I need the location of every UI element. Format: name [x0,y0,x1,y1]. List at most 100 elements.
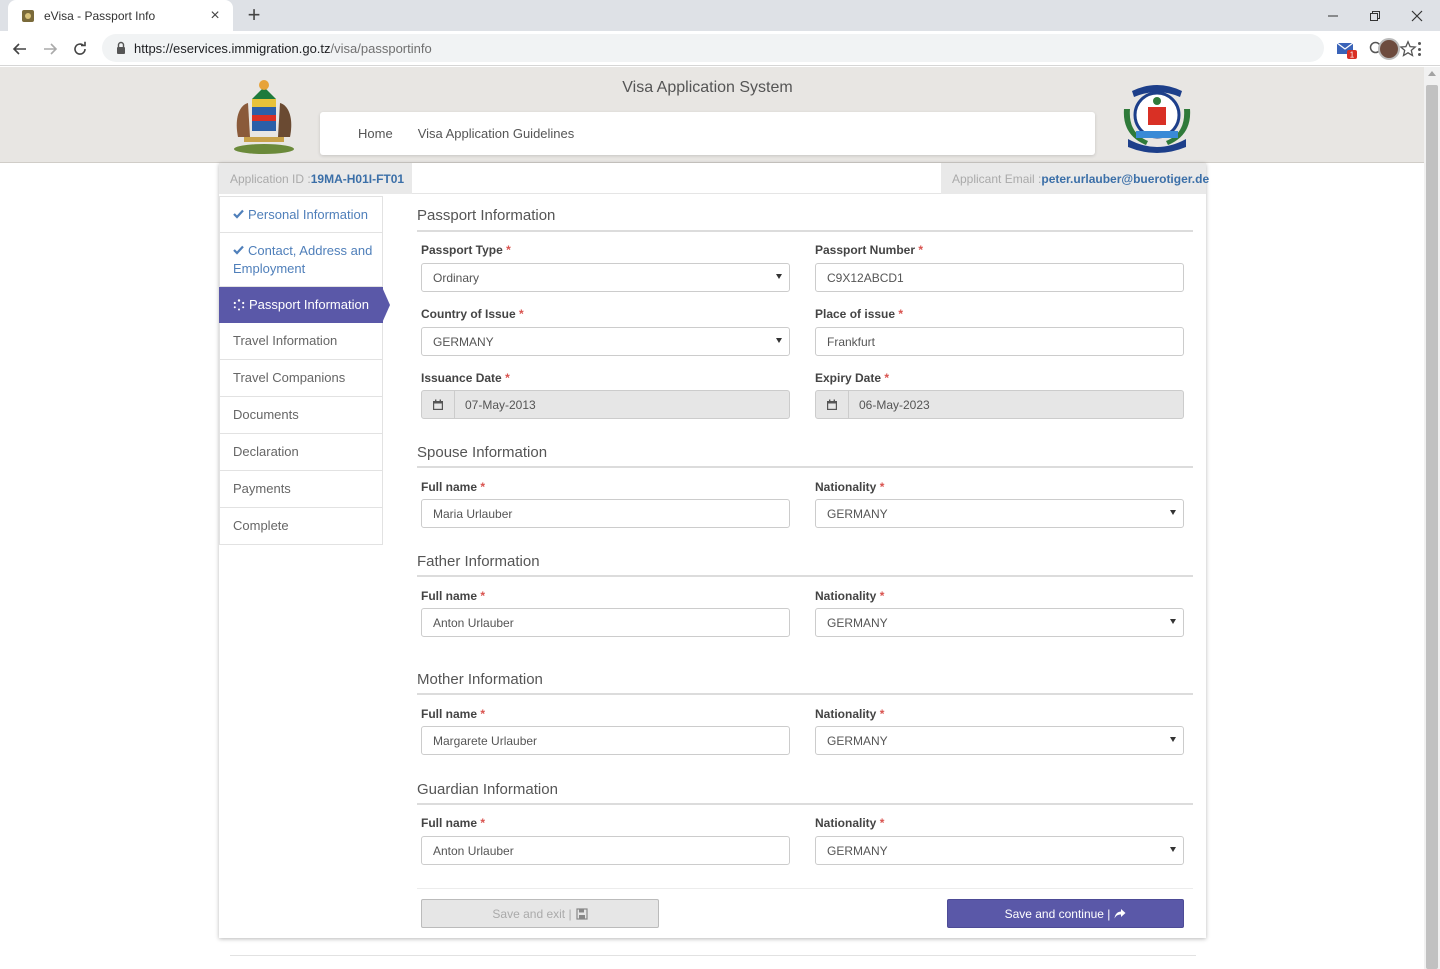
application-id-label: Application ID : [230,171,311,186]
calendar-icon[interactable] [422,391,455,418]
caret-down-icon [1170,510,1176,515]
guardian-nationality-select[interactable]: GERMANY [815,836,1184,865]
mother-name-label: Full name * [421,707,486,721]
floppy-disk-icon [575,907,588,920]
close-window-icon[interactable] [1396,0,1438,31]
address-bar[interactable]: https://eservices.immigration.go.tz/visa… [102,34,1417,62]
main-nav: Home Visa Application Guidelines [320,112,1095,155]
guardian-name-input[interactable]: Anton Urlauber [421,836,790,865]
immigration-emblem-logo [1123,85,1191,153]
tab-close-icon[interactable]: × [207,7,223,24]
expiry-date-input[interactable]: 06-May-2023 [815,390,1184,419]
page-header: Visa Application System Home Visa Applic… [0,67,1424,163]
sidebar-item-label: Travel Companions [233,370,346,385]
passport-number-value: C9X12ABCD1 [827,270,904,285]
father-name-input[interactable]: Anton Urlauber [421,608,790,637]
check-icon [233,242,244,260]
caret-down-icon [776,274,782,279]
sidebar-item-travel-companions[interactable]: Travel Companions [219,360,383,397]
browser-menu-icon[interactable] [1412,40,1426,58]
father-name-label: Full name * [421,589,486,603]
mother-name-input[interactable]: Margarete Urlauber [421,726,790,755]
extension-badge: 1 [1350,51,1355,60]
nav-home-link[interactable]: Home [358,126,393,141]
sidebar-item-label: Travel Information [233,333,338,348]
country-of-issue-select[interactable]: GERMANY [421,327,790,356]
sidebar-item-label: Contact, Address and Employment [233,243,373,276]
spouse-nationality-select[interactable]: GERMANY [815,499,1184,528]
section-title-mother: Mother Information [417,671,543,688]
sidebar-item-contact-address-employment[interactable]: Contact, Address and Employment [219,233,383,287]
spouse-nationality-label: Nationality * [815,480,885,494]
father-name-value: Anton Urlauber [433,615,514,630]
father-nationality-value: GERMANY [827,615,888,630]
country-of-issue-label: Country of Issue * [421,307,524,321]
save-and-continue-button[interactable]: Save and continue | [947,899,1184,928]
sidebar-item-complete[interactable]: Complete [219,508,383,545]
browser-tab[interactable]: eVisa - Passport Info × [8,0,233,31]
page-scrollbar[interactable] [1424,67,1440,969]
sidebar-item-label-wrap: Contact, Address and Employment [233,242,373,278]
save-and-continue-label: Save and continue | [1004,906,1111,921]
sidebar-item-label: Declaration [233,444,299,459]
spouse-name-value: Maria Urlauber [433,506,513,521]
passport-number-label: Passport Number * [815,243,924,257]
share-arrow-icon [1114,908,1126,918]
mother-nationality-select[interactable]: GERMANY [815,726,1184,755]
nav-guidelines-link[interactable]: Visa Application Guidelines [418,126,575,141]
issuance-date-value: 07-May-2013 [465,397,536,412]
application-card: Application ID : 19MA-H01I-FT01 Applican… [219,163,1209,938]
save-and-exit-label: Save and exit | [492,906,572,921]
forward-arrow-icon[interactable] [38,37,62,61]
url-text: https://eservices.immigration.go.tz/visa… [134,41,432,56]
minimize-icon[interactable] [1312,0,1354,31]
guardian-nationality-label: Nationality * [815,816,885,830]
sidebar-item-declaration[interactable]: Declaration [219,434,383,471]
sidebar-item-travel-information[interactable]: Travel Information [219,323,383,360]
expiry-date-label: Expiry Date * [815,371,890,385]
browser-toolbar: https://eservices.immigration.go.tz/visa… [0,31,1440,66]
calendar-icon[interactable] [816,391,849,418]
place-of-issue-value: Frankfurt [827,334,876,349]
spinner-icon [233,298,245,310]
section-divider [417,693,1193,695]
place-of-issue-input[interactable]: Frankfurt [815,327,1184,356]
reload-icon[interactable] [68,37,92,61]
scroll-thumb[interactable] [1426,85,1438,969]
lock-icon [117,41,125,54]
new-tab-icon[interactable]: + [244,4,264,26]
restore-icon[interactable] [1354,0,1396,31]
passport-type-select[interactable]: Ordinary [421,263,790,292]
place-of-issue-label: Place of issue * [815,307,904,321]
spouse-name-label: Full name * [421,480,486,494]
passport-number-input[interactable]: C9X12ABCD1 [815,263,1184,292]
scroll-up-icon[interactable] [1428,71,1436,76]
father-nationality-select[interactable]: GERMANY [815,608,1184,637]
sidebar-item-documents[interactable]: Documents [219,397,383,434]
expiry-date-value: 06-May-2023 [859,397,930,412]
passport-type-value: Ordinary [433,270,480,285]
back-arrow-icon[interactable] [8,37,32,61]
sidebar-item-label: Complete [233,518,289,533]
issuance-date-input[interactable]: 07-May-2013 [421,390,790,419]
section-title-spouse: Spouse Information [417,444,548,461]
page-bottom-rule [230,955,1196,956]
sidebar-item-personal-information[interactable]: Personal Information [219,196,383,233]
tab-title: eVisa - Passport Info [44,8,156,23]
save-and-exit-button[interactable]: Save and exit | [421,899,659,928]
caret-down-icon [1170,619,1176,624]
father-nationality-label: Nationality * [815,589,885,603]
sidebar-item-passport-information[interactable]: Passport Information [219,287,390,323]
sidebar-item-label: Personal Information [248,206,368,222]
mother-name-value: Margarete Urlauber [433,733,538,748]
sidebar-item-payments[interactable]: Payments [219,471,383,508]
site-title: Visa Application System [622,79,793,96]
applicant-email: Applicant Email : peter.urlauber@bueroti… [941,163,1209,194]
guardian-name-value: Anton Urlauber [433,843,514,858]
profile-avatar[interactable] [1378,38,1400,60]
mail-extension-icon[interactable]: 1 [1336,40,1358,60]
spouse-name-input[interactable]: Maria Urlauber [421,499,790,528]
guardian-name-label: Full name * [421,816,486,830]
guardian-nationality-value: GERMANY [827,843,888,858]
applicant-email-label: Applicant Email : [952,171,1042,186]
